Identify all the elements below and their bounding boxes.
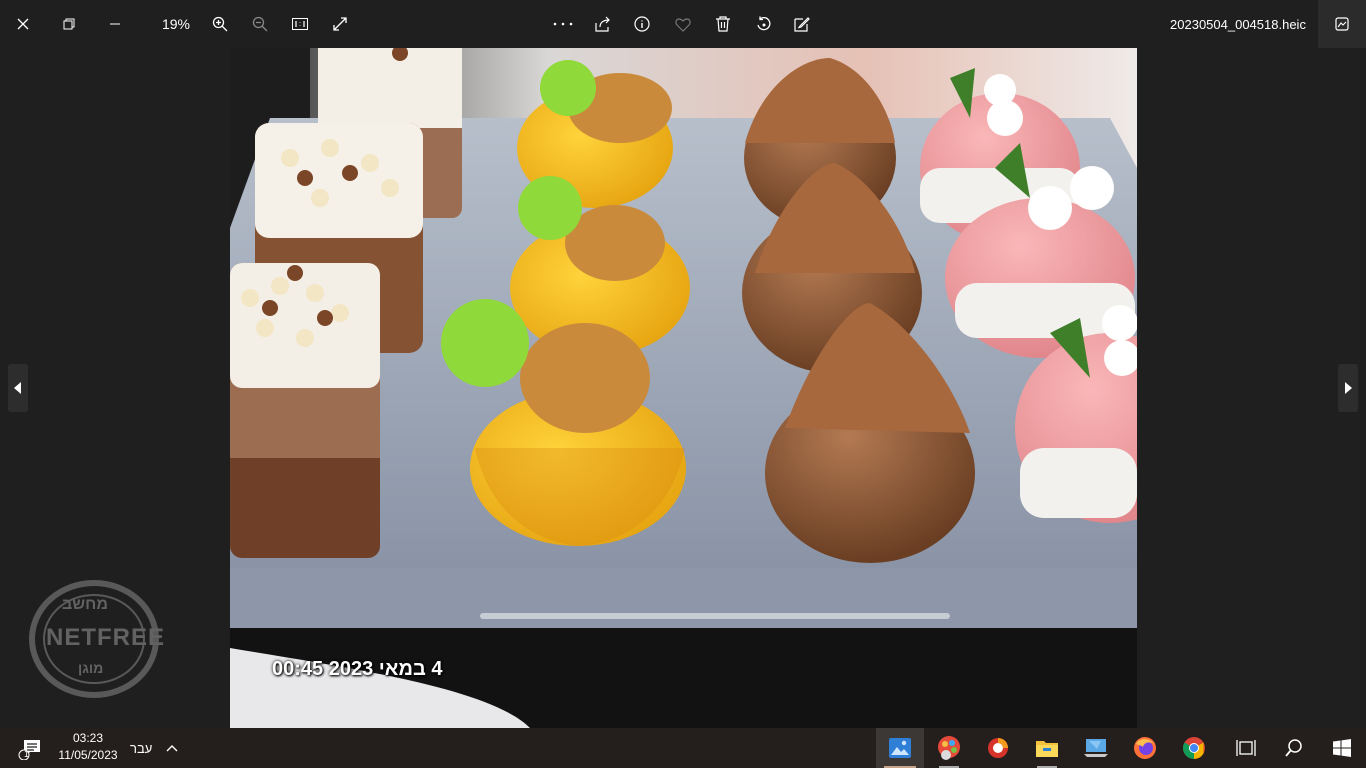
show-hidden-icons-button[interactable] — [160, 728, 184, 768]
clock-time: 03:23 — [72, 731, 104, 745]
actual-size-icon — [292, 18, 308, 30]
delete-button[interactable] — [703, 0, 743, 48]
photos-icon — [889, 738, 911, 758]
panel-button[interactable] — [1318, 0, 1366, 48]
restore-icon — [63, 18, 75, 30]
more-icon — [553, 22, 573, 26]
minimize-icon — [110, 23, 120, 25]
taskbar-photos[interactable] — [876, 728, 924, 768]
zoom-in-button[interactable] — [200, 0, 240, 48]
fullscreen-button[interactable] — [320, 0, 360, 48]
taskbar-app[interactable] — [974, 728, 1022, 768]
info-button[interactable] — [622, 0, 662, 48]
delete-icon — [716, 16, 730, 32]
netfree-watermark: מחשב NETFREE מוגן — [26, 578, 166, 700]
taskbar: 1 03:23 11/05/2023 עבר — [0, 728, 1366, 768]
zoom-out-button[interactable] — [240, 0, 280, 48]
chevron-up-icon — [166, 745, 178, 752]
taskbar-chrome[interactable] — [1170, 728, 1218, 768]
close-icon — [17, 18, 29, 30]
watermark-top-text: מחשב — [62, 596, 108, 613]
edit-icon — [794, 17, 810, 32]
start-icon — [1333, 739, 1351, 757]
watermark-middle-text: NETFREE — [46, 624, 166, 651]
rotate-icon — [757, 16, 771, 31]
computer-icon — [1084, 739, 1108, 757]
dessert-photo — [230, 48, 1137, 728]
next-photo-button[interactable] — [1338, 364, 1358, 412]
file-explorer-icon — [1036, 741, 1058, 757]
chevron-left-icon — [14, 382, 21, 394]
paint-icon — [938, 736, 960, 760]
restore-button[interactable] — [46, 0, 92, 48]
edit-button[interactable] — [782, 0, 822, 48]
watermark-bottom-text: מוגן — [78, 660, 104, 676]
title-bar: 19% 20230504_004518.heic — [0, 0, 1366, 48]
taskbar-firefox[interactable] — [1121, 728, 1169, 768]
zoom-out-icon — [252, 16, 268, 32]
zoom-in-icon — [212, 16, 228, 32]
taskbar-file-explorer[interactable] — [1023, 728, 1071, 768]
share-icon — [595, 16, 610, 32]
chrome-icon — [1183, 737, 1205, 759]
taskbar-computer[interactable] — [1072, 728, 1120, 768]
zoom-level: 19% — [161, 16, 191, 32]
more-button[interactable] — [543, 0, 583, 48]
minimize-button[interactable] — [92, 0, 138, 48]
notification-icon — [18, 740, 40, 760]
search-icon — [1285, 739, 1302, 757]
start-button[interactable] — [1318, 728, 1366, 768]
action-center-button[interactable]: 1 — [8, 728, 52, 768]
task-view-button[interactable] — [1222, 728, 1270, 768]
task-view-icon — [1236, 740, 1256, 756]
firefox-icon — [1134, 737, 1156, 759]
info-icon — [634, 16, 650, 32]
favorite-icon — [675, 17, 691, 32]
notification-count: 1 — [24, 749, 30, 759]
close-button[interactable] — [0, 0, 46, 48]
app-icon — [988, 738, 1008, 758]
file-name: 20230504_004518.heic — [1170, 16, 1306, 32]
share-button[interactable] — [583, 0, 623, 48]
photo-date-stamp: 4 במאי 2023 00:45 — [272, 658, 443, 680]
favorite-button[interactable] — [663, 0, 703, 48]
rotate-button[interactable] — [743, 0, 783, 48]
photo-view[interactable]: 4 במאי 2023 00:45 — [230, 48, 1137, 728]
actual-size-button[interactable] — [280, 0, 320, 48]
input-language[interactable]: עבר — [130, 728, 152, 768]
clock-date: 11/05/2023 — [58, 748, 118, 762]
taskbar-paint[interactable] — [925, 728, 973, 768]
panel-icon — [1335, 17, 1349, 31]
previous-photo-button[interactable] — [8, 364, 28, 412]
search-button[interactable] — [1270, 728, 1318, 768]
chevron-right-icon — [1345, 382, 1352, 394]
system-clock[interactable]: 03:23 11/05/2023 — [52, 730, 124, 764]
fullscreen-icon — [333, 17, 347, 31]
